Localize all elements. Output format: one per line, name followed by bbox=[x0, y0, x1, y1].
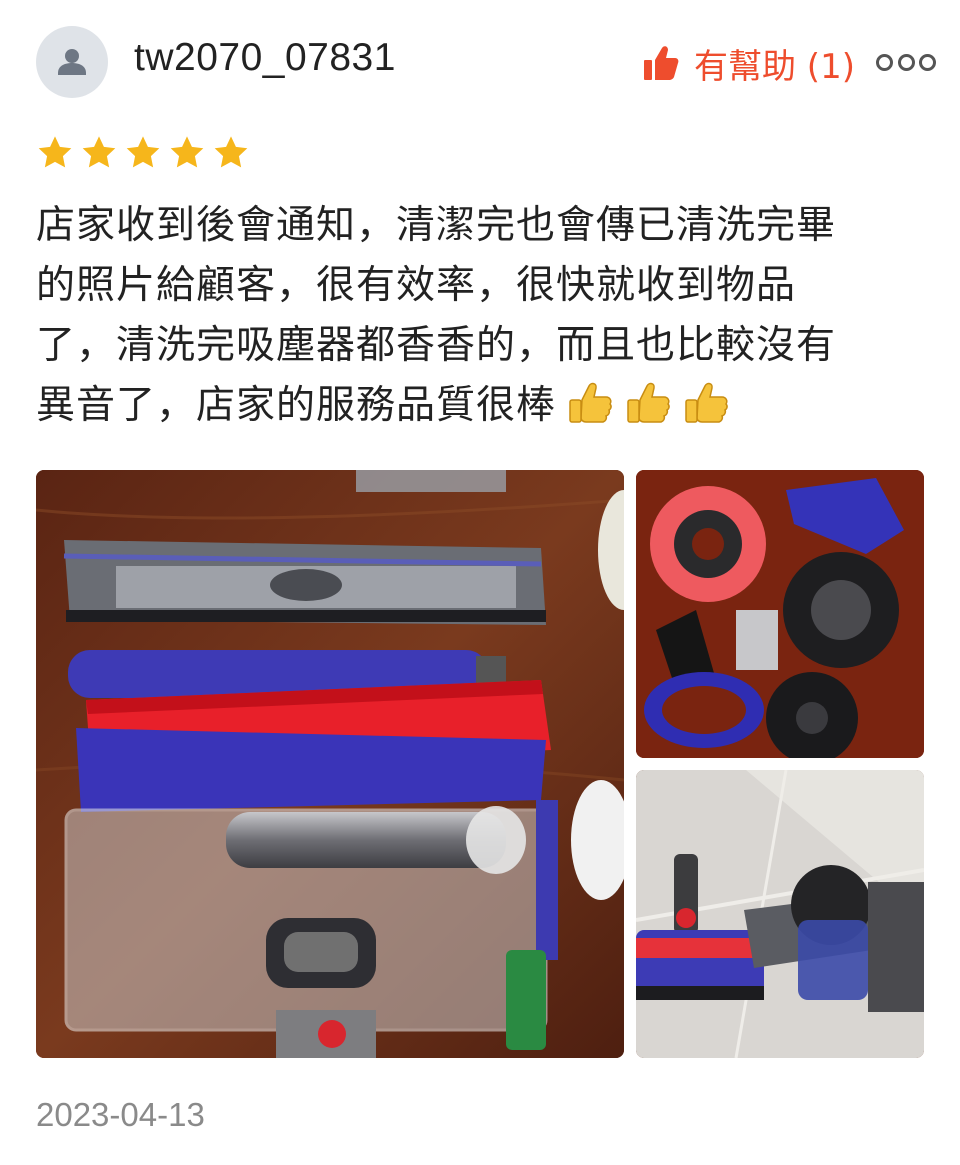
more-options-icon[interactable] bbox=[876, 50, 936, 74]
review-text: 店家收到後會通知，清潔完也會傳已清洗完畢 的照片給顧客，很有效率，很快就收到物品… bbox=[36, 196, 926, 436]
photo-brush-roller-parts[interactable] bbox=[36, 470, 624, 1058]
star-icon bbox=[82, 136, 116, 168]
review-text-line: 的照片給顧客，很有效率，很快就收到物品 bbox=[36, 263, 797, 308]
helpful-label: 有幫助 (1) bbox=[694, 46, 855, 87]
thumbs-up-emoji bbox=[685, 382, 728, 423]
reviewer-username[interactable]: tw2070_07831 bbox=[134, 36, 396, 80]
review-photos bbox=[36, 470, 924, 1058]
helpful-button[interactable]: 有幫助 (1) bbox=[642, 38, 855, 88]
rating-stars bbox=[36, 134, 256, 174]
star-icon bbox=[170, 136, 204, 168]
photo-assembled-vacuum[interactable] bbox=[636, 770, 924, 1058]
star-icon bbox=[38, 136, 72, 168]
review-text-line-last: 異音了，店家的服務品質很棒 bbox=[36, 376, 926, 436]
photo-vacuum-filter-parts[interactable] bbox=[636, 470, 924, 758]
thumbs-up-emoji bbox=[569, 382, 612, 423]
review-header: tw2070_07831 有幫助 (1) bbox=[0, 0, 960, 120]
thumbs-up-emoji bbox=[627, 382, 670, 423]
review-text-line: 店家收到後會通知，清潔完也會傳已清洗完畢 bbox=[36, 203, 837, 248]
review-text-line: 異音了，店家的服務品質很棒 bbox=[36, 383, 557, 428]
thumbs-up-icon bbox=[644, 46, 679, 80]
star-icon bbox=[214, 136, 248, 168]
review-date: 2023-04-13 bbox=[36, 1096, 205, 1133]
star-icon bbox=[126, 136, 160, 168]
user-avatar-icon[interactable] bbox=[36, 26, 108, 98]
review-text-line: 了，清洗完吸塵器都香香的，而且也比較沒有 bbox=[36, 323, 837, 368]
